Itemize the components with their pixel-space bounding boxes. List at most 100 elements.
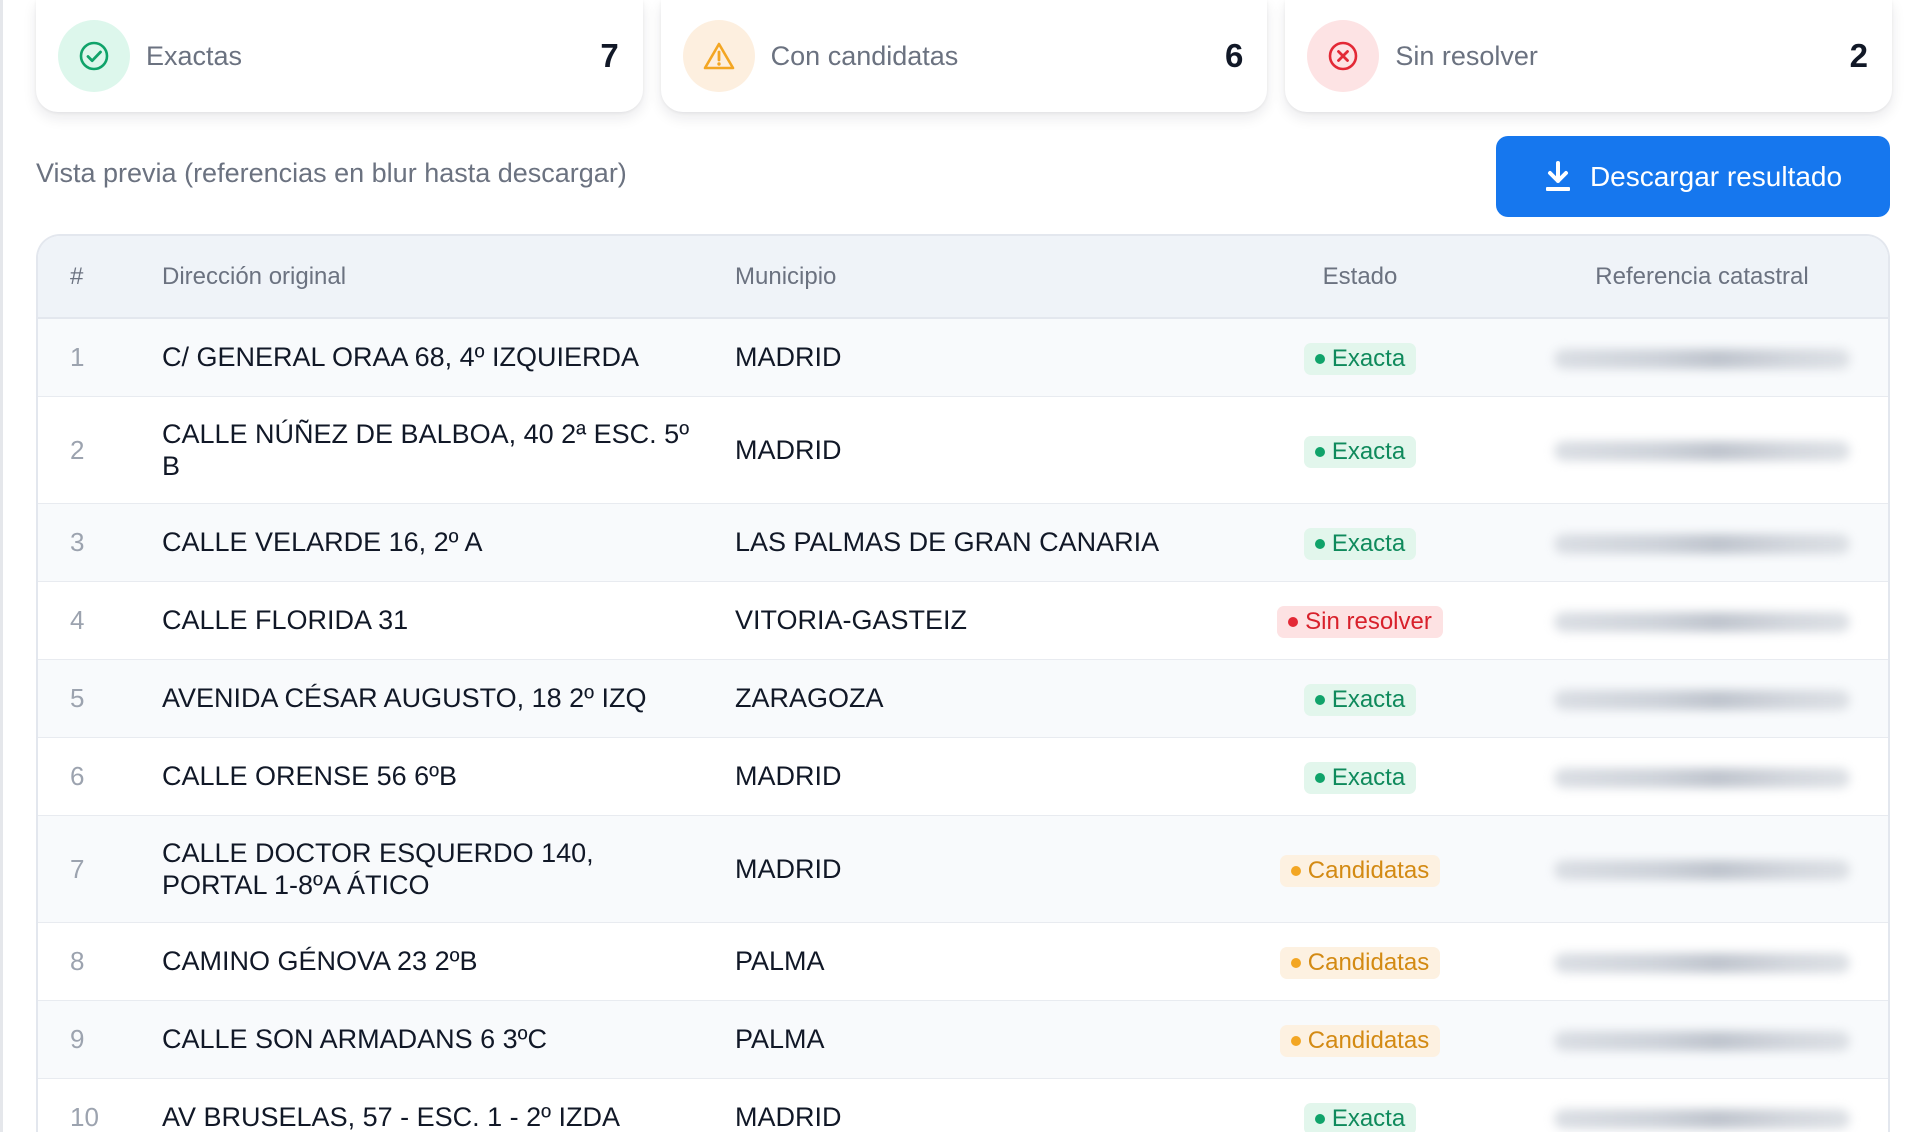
blurred-reference xyxy=(1554,349,1850,370)
row-reference xyxy=(1512,737,1888,816)
status-dot-icon xyxy=(1314,695,1325,705)
summary-count: 7 xyxy=(600,37,619,74)
status-badge: Exacta xyxy=(1303,684,1417,716)
row-reference xyxy=(1512,815,1888,923)
status-badge: Candidatas xyxy=(1279,854,1441,887)
status-label: Sin resolver xyxy=(1305,608,1432,635)
summary-card-sin-resolver[interactable]: Sin resolver 2 xyxy=(1285,0,1893,112)
row-reference xyxy=(1512,1078,1888,1132)
row-status: Exacta xyxy=(1208,737,1512,816)
row-number: 4 xyxy=(38,581,162,660)
table-row[interactable]: 3 CALLE VELARDE 16, 2º A LAS PALMAS DE GRA… xyxy=(38,503,1888,582)
row-status: Exacta xyxy=(1208,503,1512,582)
summary-card-exactas[interactable]: Exactas 7 xyxy=(36,0,643,112)
row-status: Candidatas xyxy=(1208,815,1512,923)
table-body: 1 C/ GENERAL ORAA 68, 4º IZQUIERDA MADRID E… xyxy=(38,318,1888,1132)
header-num: # xyxy=(38,236,162,319)
row-reference xyxy=(1512,396,1888,504)
status-dot-icon xyxy=(1288,617,1299,627)
row-municipality: MADRID xyxy=(735,396,1208,504)
status-badge: Exacta xyxy=(1303,343,1417,376)
blurred-reference xyxy=(1554,767,1850,788)
row-status: Exacta xyxy=(1208,1078,1512,1132)
row-reference xyxy=(1512,581,1888,660)
results-table: # Dirección original Municipio Estado Re… xyxy=(36,234,1890,1132)
status-label: Candidatas xyxy=(1307,1027,1430,1054)
row-number: 3 xyxy=(38,503,162,582)
row-municipality: LAS PALMAS DE GRAN CANARIA xyxy=(735,503,1208,582)
status-badge: Exacta xyxy=(1303,1103,1417,1132)
status-label: Candidatas xyxy=(1307,856,1430,884)
row-municipality: MADRID xyxy=(735,815,1208,923)
summary-label: Con candidatas xyxy=(770,40,959,71)
row-status: Exacta xyxy=(1208,318,1512,397)
row-address: AV BRUSELAS, 57 - ESC. 1 - 2º IZDA xyxy=(162,1078,735,1132)
row-address: CALLE ORENSE 56 6ºB xyxy=(162,737,735,816)
status-dot-icon xyxy=(1314,354,1325,365)
blurred-reference xyxy=(1554,860,1850,881)
status-badge: Exacta xyxy=(1303,762,1417,794)
summary-label: Sin resolver xyxy=(1395,40,1538,71)
row-municipality: MADRID xyxy=(735,737,1208,816)
download-icon xyxy=(1545,160,1570,191)
row-status: Candidatas xyxy=(1208,1000,1512,1079)
download-button-label: Descargar resultado xyxy=(1589,160,1843,192)
blurred-reference xyxy=(1554,1108,1850,1129)
table-row[interactable]: 5 AVENIDA CÉSAR AUGUSTO, 18 2º IZQ ZARAGOZ… xyxy=(38,659,1888,738)
summary-card-candidatas[interactable]: Con candidatas 6 xyxy=(660,0,1268,112)
status-badge: Sin resolver xyxy=(1277,606,1443,638)
table-row[interactable]: 7 CALLE DOCTOR ESQUERDO 140, PORTAL 1-8ºA… xyxy=(38,815,1888,923)
row-address: CAMINO GÉNOVA 23 2ºB xyxy=(162,922,735,1001)
download-result-button[interactable]: Descargar resultado xyxy=(1496,136,1890,217)
status-label: Exacta xyxy=(1331,686,1406,713)
table-row[interactable]: 10 AV BRUSELAS, 57 - ESC. 1 - 2º IZDA MADR… xyxy=(38,1078,1888,1132)
row-address: CALLE FLORIDA 31 xyxy=(162,581,735,660)
summary-cards: Exactas 7 Con candidatas 6 Sin resolver … xyxy=(36,0,1893,112)
preview-caption: Vista previa (referencias en blur hasta … xyxy=(36,158,627,188)
status-dot-icon xyxy=(1314,539,1325,549)
row-address: CALLE DOCTOR ESQUERDO 140, PORTAL 1-8ºA … xyxy=(162,815,735,923)
blurred-reference xyxy=(1554,611,1850,632)
header-address: Dirección original xyxy=(162,236,735,319)
header-status: Estado xyxy=(1208,236,1512,319)
status-dot-icon xyxy=(1314,446,1325,457)
status-badge: Exacta xyxy=(1303,435,1417,468)
table-row[interactable]: 4 CALLE FLORIDA 31 VITORIA-GASTEIZ Sin reso… xyxy=(38,581,1888,660)
row-reference xyxy=(1512,922,1888,1001)
status-dot-icon xyxy=(1290,865,1301,876)
summary-label: Exactas xyxy=(146,40,243,71)
row-number: 6 xyxy=(38,737,162,816)
table-row[interactable]: 2 CALLE NÚÑEZ DE BALBOA, 40 2ª ESC. 5º BM… xyxy=(38,396,1888,504)
table-row[interactable]: 9 CALLE SON ARMADANS 6 3ºC PALMA Candidatas xyxy=(38,1000,1888,1079)
table-row[interactable]: 1 C/ GENERAL ORAA 68, 4º IZQUIERDA MADRID E… xyxy=(38,318,1888,397)
row-number: 10 xyxy=(38,1078,162,1132)
row-status: Candidatas xyxy=(1208,922,1512,1001)
table-row[interactable]: 6 CALLE ORENSE 56 6ºB MADRID Exacta xyxy=(38,737,1888,816)
row-number: 8 xyxy=(38,922,162,1001)
status-label: Exacta xyxy=(1331,345,1406,373)
table-header-row: # Dirección original Municipio Estado Re… xyxy=(38,236,1888,319)
x-circle-icon xyxy=(1307,20,1380,92)
check-circle-icon xyxy=(58,20,130,92)
row-municipality: MADRID xyxy=(735,318,1208,397)
status-label: Exacta xyxy=(1331,437,1406,465)
row-municipality: VITORIA-GASTEIZ xyxy=(735,581,1208,660)
row-municipality: MADRID xyxy=(735,1078,1208,1132)
status-badge: Candidatas xyxy=(1279,1025,1441,1057)
blurred-reference xyxy=(1554,1030,1850,1051)
row-address: AVENIDA CÉSAR AUGUSTO, 18 2º IZQ xyxy=(162,659,735,738)
blurred-reference xyxy=(1554,952,1850,973)
row-municipality: PALMA xyxy=(735,922,1208,1001)
header-municipality: Municipio xyxy=(735,236,1208,319)
row-number: 5 xyxy=(38,659,162,738)
row-address: CALLE NÚÑEZ DE BALBOA, 40 2ª ESC. 5º B xyxy=(162,396,735,504)
status-dot-icon xyxy=(1290,1036,1301,1046)
row-number: 1 xyxy=(38,318,162,397)
row-reference xyxy=(1512,1000,1888,1079)
table-row[interactable]: 8 CAMINO GÉNOVA 23 2ºB PALMA Candidatas xyxy=(38,922,1888,1001)
row-number: 9 xyxy=(38,1000,162,1079)
status-dot-icon xyxy=(1314,1114,1325,1124)
row-reference xyxy=(1512,318,1888,397)
row-status: Sin resolver xyxy=(1208,581,1512,660)
row-status: Exacta xyxy=(1208,396,1512,504)
